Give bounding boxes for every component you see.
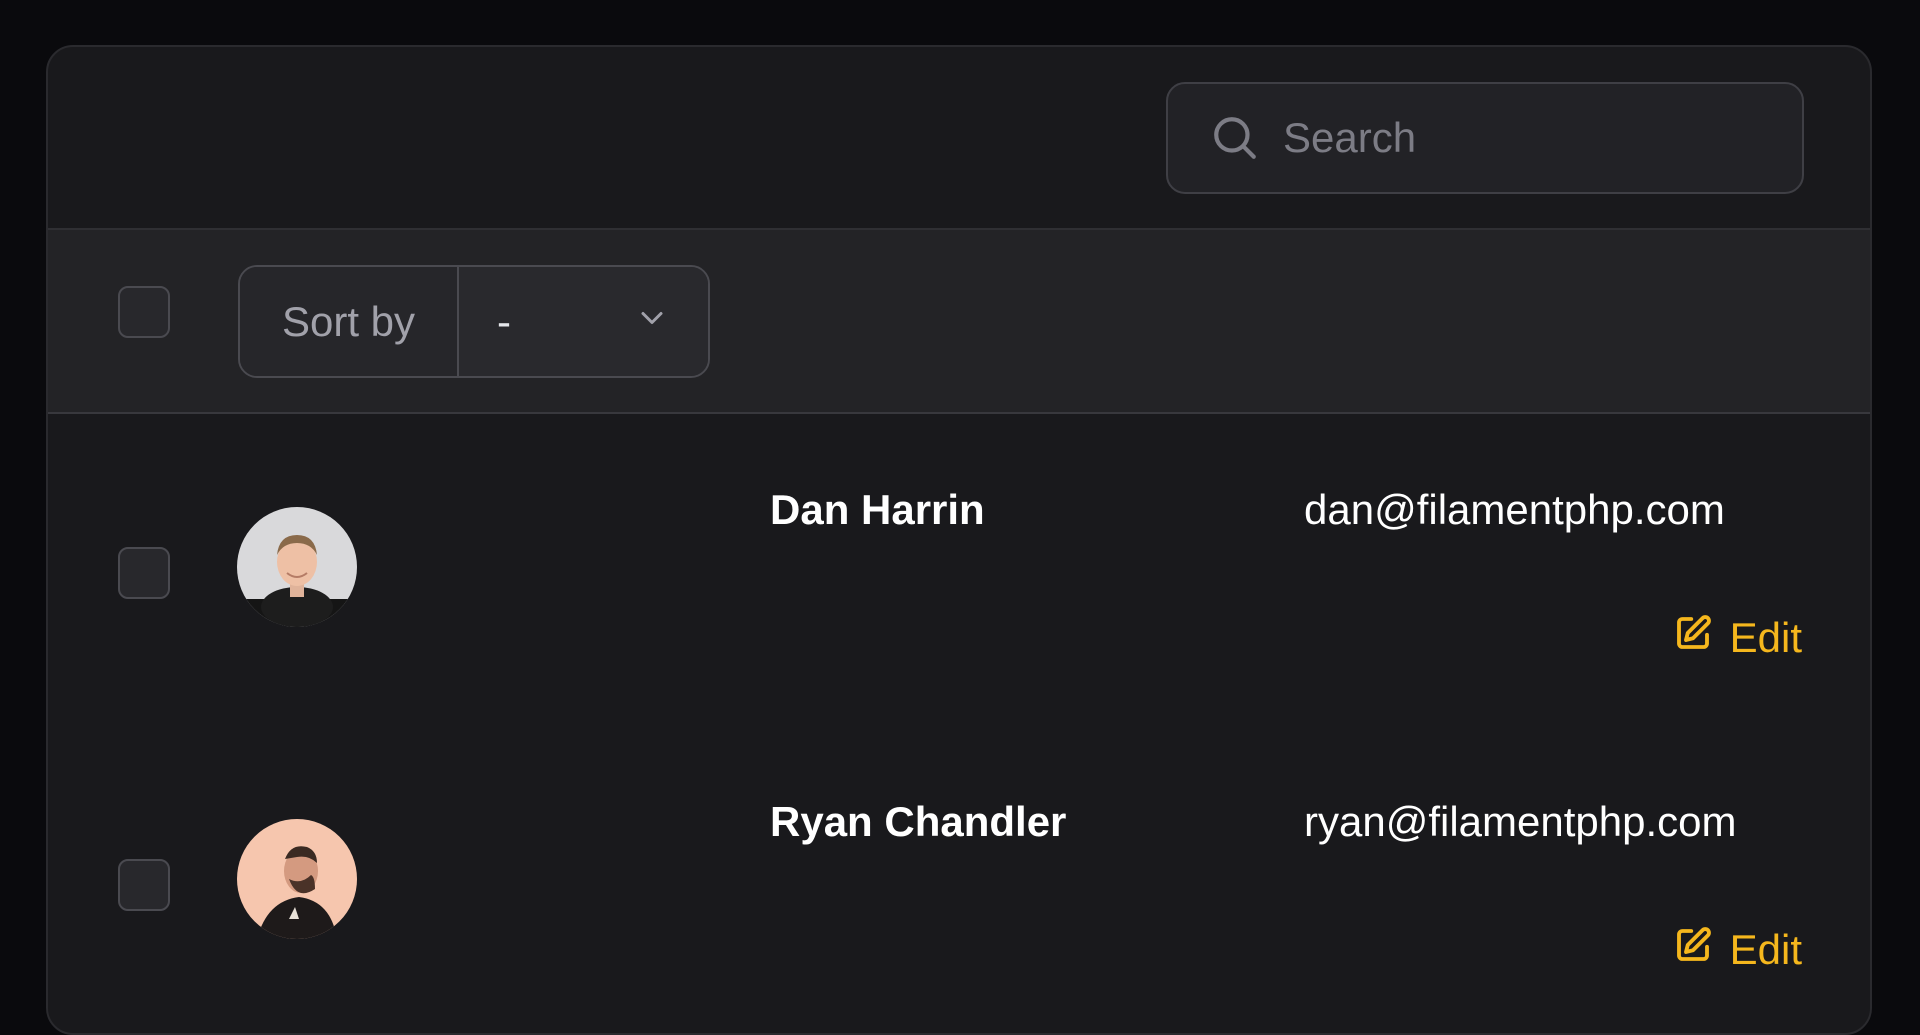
edit-button[interactable]: Edit	[1672, 924, 1802, 976]
edit-icon	[1672, 924, 1714, 976]
edit-label: Edit	[1729, 926, 1802, 973]
avatar	[237, 819, 357, 939]
table-header	[48, 47, 1870, 230]
edit-icon	[1672, 612, 1714, 664]
user-name: Dan Harrin	[770, 486, 985, 533]
edit-label: Edit	[1729, 614, 1802, 661]
sort-selected-value: -	[497, 297, 511, 345]
user-email: ryan@filamentphp.com	[1304, 798, 1737, 845]
user-name: Ryan Chandler	[770, 798, 1067, 845]
sort-control[interactable]: Sort by -	[238, 265, 710, 378]
sort-label: Sort by	[240, 267, 459, 376]
search-input[interactable]	[1281, 113, 1765, 163]
select-all-checkbox[interactable]	[118, 286, 170, 338]
search-field[interactable]	[1166, 82, 1804, 194]
search-icon	[1209, 112, 1261, 164]
row-checkbox[interactable]	[118, 859, 170, 911]
avatar	[237, 507, 357, 627]
sort-select[interactable]: -	[459, 267, 708, 376]
user-email: dan@filamentphp.com	[1304, 486, 1725, 533]
row-checkbox[interactable]	[118, 547, 170, 599]
edit-button[interactable]: Edit	[1672, 612, 1802, 664]
sort-toolbar: Sort by -	[48, 230, 1870, 414]
table-row: Ryan Chandler ryan@filamentphp.com Edit	[48, 726, 1870, 1033]
table-row: Dan Harrin dan@filamentphp.com Edit	[48, 414, 1870, 726]
table-panel: Sort by - Dan	[46, 45, 1872, 1035]
chevron-down-icon	[634, 298, 670, 346]
